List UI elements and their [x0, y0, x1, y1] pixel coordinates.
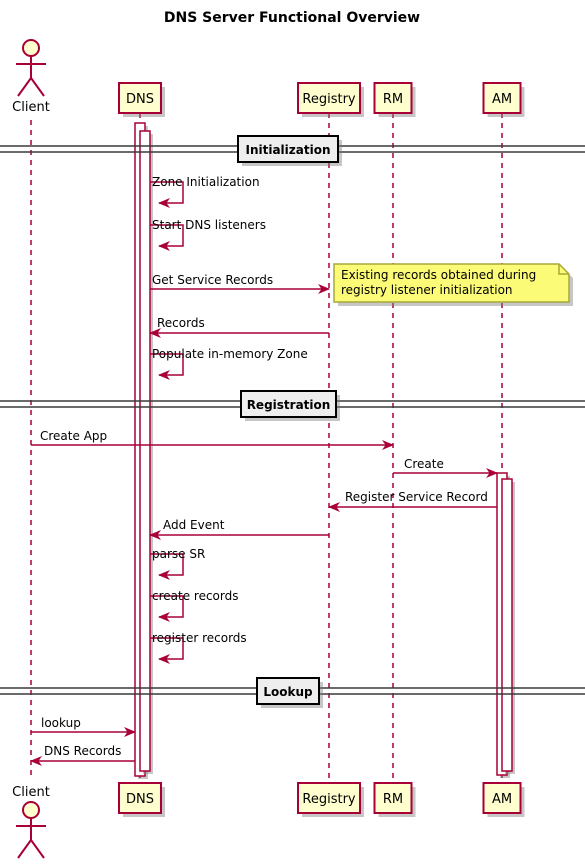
message-label: Zone Initialization — [152, 175, 260, 189]
participant-label: Registry — [302, 792, 356, 807]
message-label: Create App — [40, 429, 107, 443]
message-label: register records — [152, 631, 247, 645]
note-line: Existing records obtained during — [341, 268, 536, 282]
participant-label: AM — [492, 792, 512, 807]
participant-label: Registry — [302, 92, 356, 107]
message-label: Get Service Records — [152, 273, 273, 287]
participant-label: DNS — [126, 792, 154, 807]
participant-label: AM — [492, 92, 512, 107]
participant-label: RM — [383, 792, 403, 807]
actor-label-bottom: Client — [12, 785, 50, 800]
participant-box-am-top[interactable]: AM — [482, 82, 525, 117]
participant-box-dns-top[interactable]: DNS — [118, 82, 165, 117]
section-divider-label: Initialization — [245, 143, 330, 157]
activation-bar-dns — [139, 130, 151, 772]
message-label: Register Service Record — [345, 490, 488, 504]
section-divider-label: Lookup — [263, 685, 313, 699]
participant-box-rm-bottom[interactable]: RM — [373, 782, 416, 817]
message-label: Populate in-memory Zone — [152, 347, 308, 361]
note-line: registry listener initialization — [341, 283, 513, 297]
participant-box-dns-bottom[interactable]: DNS — [118, 782, 165, 817]
participant-box-registry-bottom[interactable]: Registry — [297, 782, 364, 817]
message-label: create records — [152, 589, 239, 603]
message-label: Records — [157, 316, 205, 330]
message-label: Add Event — [163, 518, 225, 532]
note: Existing records obtained duringregistry… — [333, 263, 573, 306]
participant-box-am-bottom[interactable]: AM — [482, 782, 525, 817]
participant-box-rm-top[interactable]: RM — [373, 82, 416, 117]
participant-box-registry-top[interactable]: Registry — [297, 82, 364, 117]
participant-label: RM — [383, 92, 403, 107]
message-label: parse SR — [152, 547, 205, 561]
message-label: Start DNS listeners — [152, 218, 266, 232]
message-label: Create — [404, 457, 444, 471]
message-label: lookup — [41, 716, 81, 730]
actor-label-top: Client — [12, 100, 50, 115]
notes-group: Existing records obtained duringregistry… — [333, 263, 573, 306]
section-divider-label: Registration — [247, 398, 331, 412]
sequence-diagram: DNS Server Functional Overview Client DNS… — [0, 0, 585, 867]
participant-label: DNS — [126, 92, 154, 107]
activation-bar-am — [501, 478, 513, 772]
page-title: DNS Server Functional Overview — [164, 10, 420, 26]
message-label: DNS Records — [44, 744, 121, 758]
